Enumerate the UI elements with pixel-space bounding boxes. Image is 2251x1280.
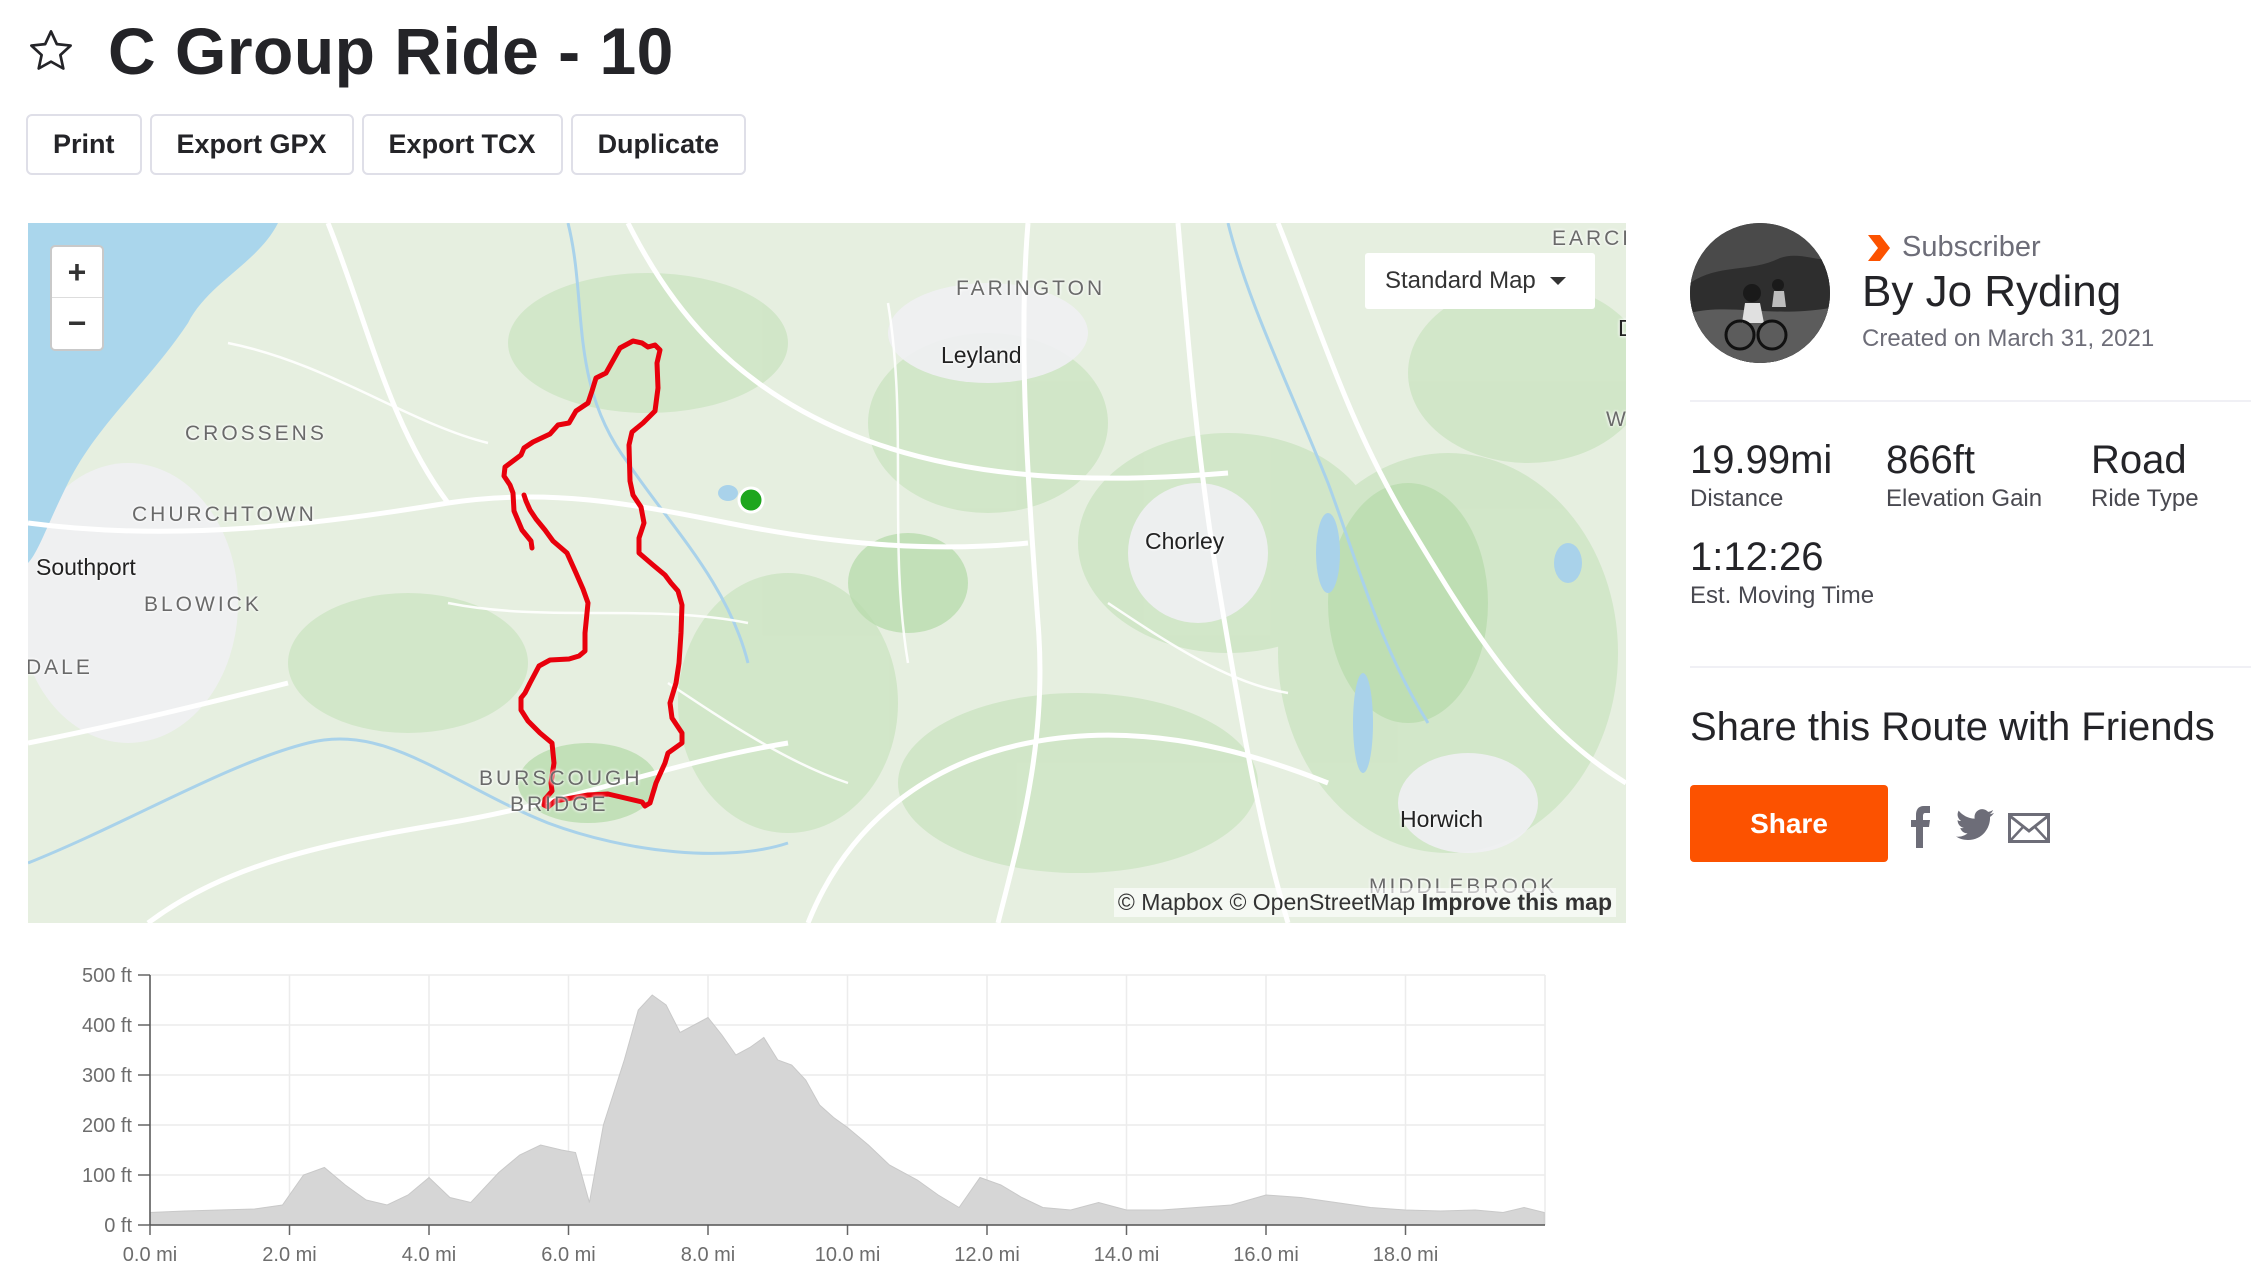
- stat-label: Est. Moving Time: [1690, 582, 1875, 609]
- stat-label: Distance: [1690, 485, 1784, 512]
- attribution-osm-link[interactable]: © OpenStreetMap: [1229, 889, 1415, 915]
- print-button[interactable]: Print: [26, 114, 142, 175]
- author-name[interactable]: By Jo Ryding: [1862, 267, 2121, 317]
- elevation-chart[interactable]: 0 ft 100 ft 200 ft 300 ft 400 ft 500 ft 0.0 m…: [0, 955, 1560, 1280]
- stat-label: Elevation Gain: [1886, 485, 2043, 512]
- map-type-dropdown[interactable]: Standard Map: [1365, 253, 1595, 309]
- place-label: BLOWICK: [144, 593, 262, 616]
- place-label: FARINGTON: [956, 277, 1106, 300]
- x-tick-label: 4.0 mi: [402, 1244, 456, 1266]
- export-gpx-button[interactable]: Export GPX: [149, 114, 354, 175]
- subscriber-label: Subscriber: [1902, 231, 2041, 263]
- stat-distance: 19.99mi Distance: [1690, 438, 1832, 513]
- y-tick-label: 500 ft: [82, 965, 132, 987]
- page-title: C Group Ride - 10: [108, 14, 674, 88]
- y-tick-labels: 0 ft 100 ft 200 ft 300 ft 400 ft 500 ft: [82, 965, 132, 1237]
- route-header: C Group Ride - 10: [26, 14, 674, 88]
- map-canvas[interactable]: [28, 223, 1626, 923]
- star-icon[interactable]: [26, 26, 76, 76]
- stat-value: Road: [2091, 438, 2187, 482]
- x-tick-label: 12.0 mi: [954, 1244, 1020, 1266]
- twitter-icon[interactable]: [1956, 809, 1994, 841]
- attribution-mapbox-link[interactable]: © Mapbox: [1118, 889, 1223, 915]
- share-title: Share this Route with Friends: [1690, 705, 2215, 749]
- divider: [1690, 666, 2251, 668]
- y-tick-label: 100 ft: [82, 1165, 132, 1187]
- toolbar: Print Export GPX Export TCX Duplicate: [26, 114, 747, 175]
- x-tick-label: 18.0 mi: [1373, 1244, 1439, 1266]
- stat-value: 1:12:26: [1690, 535, 1824, 579]
- y-tick-label: 400 ft: [82, 1015, 132, 1037]
- x-tick-label: 14.0 mi: [1094, 1244, 1160, 1266]
- y-tick-label: 200 ft: [82, 1115, 132, 1137]
- stat-value: 866ft: [1886, 438, 1975, 482]
- stat-ride-type: Road Ride Type: [2091, 438, 2199, 513]
- place-label: Horwich: [1400, 806, 1484, 832]
- x-tick-label: 0.0 mi: [123, 1244, 177, 1266]
- duplicate-button[interactable]: Duplicate: [570, 114, 747, 175]
- share-button[interactable]: Share: [1690, 785, 1888, 862]
- avatar-photo: [1690, 223, 1830, 363]
- map-attribution: © Mapbox © OpenStreetMap Improve this ma…: [1113, 888, 1616, 917]
- zoom-in-button[interactable]: +: [52, 247, 102, 298]
- x-tick-label: 2.0 mi: [262, 1244, 316, 1266]
- stat-elevation: 866ft Elevation Gain: [1886, 438, 2042, 513]
- place-label: D: [1618, 315, 1626, 342]
- route-map[interactable]: FARINGTON Leyland CROSSENS CHURCHTOWN So…: [28, 223, 1626, 923]
- place-label: Leyland: [941, 342, 1022, 368]
- avatar[interactable]: [1690, 223, 1830, 363]
- place-label: Chorley: [1145, 528, 1225, 554]
- place-label: BRIDGE: [510, 793, 609, 816]
- y-tick-label: 300 ft: [82, 1065, 132, 1087]
- created-date: Created on March 31, 2021: [1862, 325, 2155, 352]
- improve-map-link[interactable]: Improve this map: [1422, 889, 1612, 915]
- facebook-icon[interactable]: [1909, 805, 1933, 849]
- y-tick-label: 0 ft: [104, 1215, 132, 1237]
- map-type-label: Standard Map: [1385, 267, 1536, 294]
- place-label: CHURCHTOWN: [132, 503, 317, 526]
- x-tick-labels: 0.0 mi 2.0 mi 4.0 mi 6.0 mi 8.0 mi 10.0 mi 12.…: [123, 1244, 1439, 1266]
- x-tick-label: 6.0 mi: [541, 1244, 595, 1266]
- place-label: Southport: [36, 554, 136, 580]
- place-label: DALE: [28, 656, 93, 679]
- start-marker: [737, 486, 765, 514]
- stat-label: Ride Type: [2091, 485, 2199, 512]
- place-label: W: [1606, 408, 1626, 431]
- x-tick-label: 8.0 mi: [681, 1244, 735, 1266]
- x-tick-label: 16.0 mi: [1233, 1244, 1299, 1266]
- divider: [1690, 400, 2251, 402]
- email-icon[interactable]: [2008, 813, 2050, 843]
- place-label: EARCR: [1552, 227, 1626, 250]
- zoom-out-button[interactable]: −: [52, 298, 102, 349]
- x-tick-label: 10.0 mi: [815, 1244, 881, 1266]
- subscriber-chevron-icon: [1868, 234, 1890, 261]
- stat-value: 19.99mi: [1690, 438, 1833, 482]
- zoom-control: + −: [50, 245, 104, 351]
- export-tcx-button[interactable]: Export TCX: [361, 114, 563, 175]
- subscriber-badge: Subscriber: [1866, 231, 2041, 264]
- place-label: CROSSENS: [185, 422, 327, 445]
- chevron-down-icon: [1549, 277, 1566, 285]
- stat-moving-time: 1:12:26 Est. Moving Time: [1690, 535, 1874, 610]
- place-label: BURSCOUGH: [479, 767, 643, 790]
